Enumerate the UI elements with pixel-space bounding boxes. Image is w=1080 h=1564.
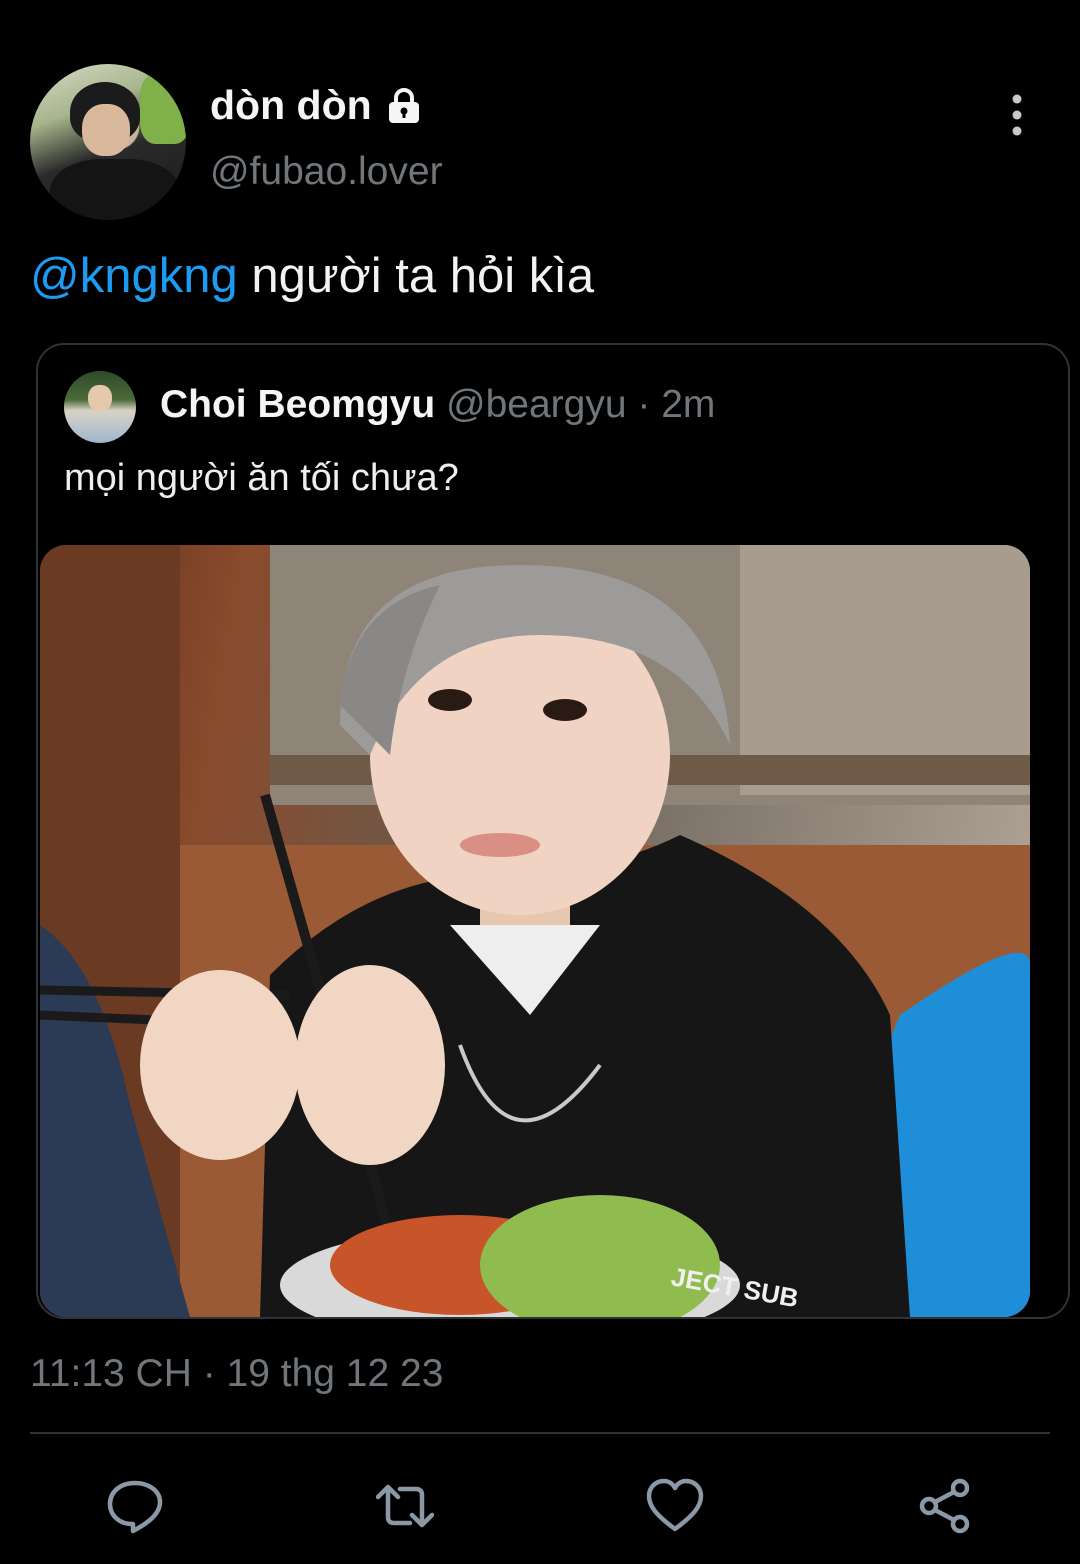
like-button[interactable] — [645, 1476, 705, 1536]
quoted-author-avatar[interactable] — [64, 371, 136, 443]
retweet-button[interactable] — [375, 1476, 435, 1536]
tweet-body: người ta hỏi kìa — [237, 249, 595, 303]
mention-link[interactable]: @kngkng — [30, 249, 238, 303]
tweet-timestamp[interactable]: 11:13 CH · 19 thg 12 23 — [30, 1352, 443, 1396]
author-display-name[interactable]: dòn dòn — [210, 82, 424, 129]
quoted-header: Choi Beomgyu @beargyu · 2m — [160, 383, 715, 427]
quoted-tweet-text: mọi người ăn tối chưa? — [64, 457, 459, 499]
more-options-icon[interactable] — [1000, 92, 1034, 138]
quoted-avatar-face — [88, 385, 112, 411]
quoted-tweet-card[interactable]: Choi Beomgyu @beargyu · 2m mọi người ăn … — [36, 343, 1070, 1319]
author-display-name-text: dòn dòn — [210, 82, 372, 128]
quoted-author-name[interactable]: Choi Beomgyu — [160, 383, 435, 426]
retweet-icon — [376, 1484, 434, 1528]
avatar-bg-shape — [140, 74, 186, 144]
share-icon — [919, 1478, 970, 1534]
quoted-photo[interactable]: JECT SUB — [40, 545, 1030, 1317]
tweet-text: @kngkng người ta hỏi kìa — [30, 248, 594, 304]
lock-icon — [384, 86, 424, 126]
quoted-author-meta: @beargyu · 2m — [435, 383, 716, 426]
share-button[interactable] — [915, 1476, 975, 1536]
author-avatar[interactable] — [30, 64, 186, 220]
author-handle[interactable]: @fubao.lover — [210, 150, 443, 194]
like-icon — [646, 1478, 704, 1532]
avatar-face-shape — [82, 104, 130, 156]
reply-icon — [107, 1480, 163, 1534]
reply-button[interactable] — [105, 1476, 165, 1536]
action-divider — [30, 1432, 1050, 1434]
avatar-body-shape — [50, 159, 180, 220]
